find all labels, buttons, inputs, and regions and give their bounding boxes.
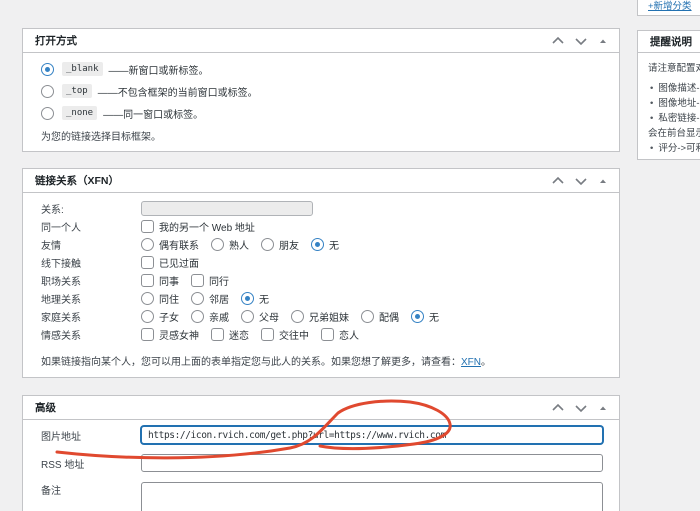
xfn-rel-input[interactable] — [141, 200, 313, 216]
radio-friendship-none[interactable] — [311, 237, 324, 251]
panel-reminder-notes-header[interactable]: 提醒说明 — [638, 31, 700, 53]
panel-reminder-notes-title: 提醒说明 — [650, 36, 692, 48]
list-item: •图像描述->链 — [650, 83, 700, 94]
panel-xfn-title: 链接关系（XFN） — [35, 175, 119, 187]
collapse-icon[interactable] — [597, 35, 609, 47]
checkbox-another-address[interactable] — [141, 219, 154, 233]
xfn-row-geographical: 地理关系 同住 邻居 无 — [41, 289, 603, 307]
xfn-row-professional: 职场关系 同事 同行 — [41, 271, 603, 289]
target-code-top: _top — [62, 84, 92, 98]
checkbox-muse[interactable] — [141, 327, 154, 341]
panel-xfn: 链接关系（XFN） 关系: 同一个人 我的另一个 Web 地址 友情 偶有联系 … — [22, 168, 620, 378]
rss-address-row: RSS 地址 — [41, 454, 603, 472]
add-category-link[interactable]: +新增分类 — [648, 0, 692, 12]
move-up-icon[interactable] — [551, 35, 565, 47]
wordpress-edit-link-page: { "page": { "accent": "#2271b1", "annota… — [0, 0, 700, 511]
xfn-rel-label: 关系: — [41, 204, 64, 216]
panel-link-target-title: 打开方式 — [35, 35, 77, 47]
target-code-blank: _blank — [62, 62, 103, 76]
panel-xfn-header[interactable]: 链接关系（XFN） — [23, 169, 619, 193]
radio-spouse[interactable] — [361, 309, 374, 323]
radio-neighbor[interactable] — [191, 291, 204, 305]
target-option-none: _none ——同一窗口或标签。 — [41, 106, 603, 121]
panel-reminder-notes-body: 请注意配置对应 •图像描述->链 •图像地址->链 •私密链接->勾 会在前台显… — [638, 53, 700, 164]
xfn-footer: 如果链接指向某个人，您可以用上面的表单指定您与此人的关系。如果您想了解更多，请查… — [41, 357, 491, 368]
radio-target-none[interactable] — [41, 106, 54, 120]
bullet-icon: • — [650, 113, 654, 124]
rss-address-input[interactable] — [141, 454, 603, 472]
checkbox-coworker[interactable] — [141, 273, 154, 287]
target-code-none: _none — [62, 106, 98, 120]
bullet-icon: • — [650, 83, 654, 94]
category-box: +新增分类 — [637, 0, 700, 16]
collapse-icon[interactable] — [597, 175, 609, 187]
radio-parent[interactable] — [241, 309, 254, 323]
radio-child[interactable] — [141, 309, 154, 323]
xfn-row-friendship: 友情 偶有联系 熟人 朋友 无 — [41, 235, 603, 253]
xfn-row-rel: 关系: — [41, 199, 603, 217]
xfn-row-identity: 同一个人 我的另一个 Web 地址 — [41, 217, 603, 235]
notes-row: 备注 — [41, 482, 603, 511]
notes-textarea[interactable] — [141, 482, 603, 511]
panel-link-target: 打开方式 _blank ——新窗口或新标签。 _top ——不包含框架的当前窗口… — [22, 28, 620, 152]
radio-kin[interactable] — [191, 309, 204, 323]
checkbox-colleague[interactable] — [191, 273, 204, 287]
panel-advanced-title: 高级 — [35, 402, 56, 414]
target-hint: 为您的链接选择目标框架。 — [41, 132, 161, 143]
radio-target-blank[interactable] — [41, 62, 54, 76]
xfn-row-family: 家庭关系 子女 亲戚 父母 兄弟姐妹 配偶 无 — [41, 307, 603, 325]
move-up-icon[interactable] — [551, 175, 565, 187]
move-down-icon[interactable] — [574, 35, 588, 47]
panel-xfn-body: 关系: 同一个人 我的另一个 Web 地址 友情 偶有联系 熟人 朋友 无 线下… — [23, 193, 619, 368]
move-down-icon[interactable] — [574, 402, 588, 414]
radio-sibling[interactable] — [291, 309, 304, 323]
bullet-icon: • — [650, 143, 654, 154]
radio-co-resident[interactable] — [141, 291, 154, 305]
move-down-icon[interactable] — [574, 175, 588, 187]
radio-target-top[interactable] — [41, 84, 54, 98]
panel-reminder-notes: 提醒说明 请注意配置对应 •图像描述->链 •图像地址->链 •私密链接->勾 … — [637, 30, 700, 160]
checkbox-crush[interactable] — [211, 327, 224, 341]
notes-label: 备注 — [41, 486, 61, 497]
checkbox-met[interactable] — [141, 255, 154, 269]
panel-advanced-header[interactable]: 高级 — [23, 396, 619, 420]
target-desc-blank: ——新窗口或新标签。 — [108, 65, 209, 77]
target-desc-none: ——同一窗口或标签。 — [103, 109, 204, 121]
radio-acquaintance[interactable] — [211, 237, 224, 251]
note-intro: 请注意配置对应 — [648, 63, 700, 74]
radio-contact[interactable] — [141, 237, 154, 251]
rss-address-label: RSS 地址 — [41, 459, 85, 471]
xfn-row-romantic: 情感关系 灵感女神 迷恋 交往中 恋人 — [41, 325, 603, 343]
list-item: •评分->可利用 — [650, 143, 700, 154]
radio-family-none[interactable] — [411, 309, 424, 323]
target-desc-top: ——不包含框架的当前窗口或标签。 — [97, 87, 258, 99]
radio-geo-none[interactable] — [241, 291, 254, 305]
image-address-row: 图片地址 — [41, 426, 603, 444]
panel-link-target-header[interactable]: 打开方式 — [23, 29, 619, 53]
xfn-link[interactable]: XFN — [461, 357, 481, 368]
radio-friend[interactable] — [261, 237, 274, 251]
image-address-label: 图片地址 — [41, 431, 81, 443]
list-item: •图像地址->链 — [650, 98, 700, 109]
panel-link-target-body: _blank ——新窗口或新标签。 _top ——不包含框架的当前窗口或标签。 … — [23, 53, 619, 143]
move-up-icon[interactable] — [551, 402, 565, 414]
target-option-top: _top ——不包含框架的当前窗口或标签。 — [41, 84, 603, 99]
xfn-row-physical: 线下接触 已见过面 — [41, 253, 603, 271]
image-address-input[interactable] — [141, 426, 603, 444]
panel-advanced-body: 图片地址 RSS 地址 备注 — [23, 420, 619, 511]
target-option-blank: _blank ——新窗口或新标签。 — [41, 62, 603, 77]
bullet-icon: • — [650, 98, 654, 109]
panel-advanced: 高级 图片地址 RSS 地址 备注 — [22, 395, 620, 511]
note-wrap-line: 会在前台显示 — [648, 128, 700, 139]
checkbox-sweetheart[interactable] — [321, 327, 334, 341]
list-item: •私密链接->勾 — [650, 113, 700, 124]
collapse-icon[interactable] — [597, 402, 609, 414]
checkbox-date[interactable] — [261, 327, 274, 341]
